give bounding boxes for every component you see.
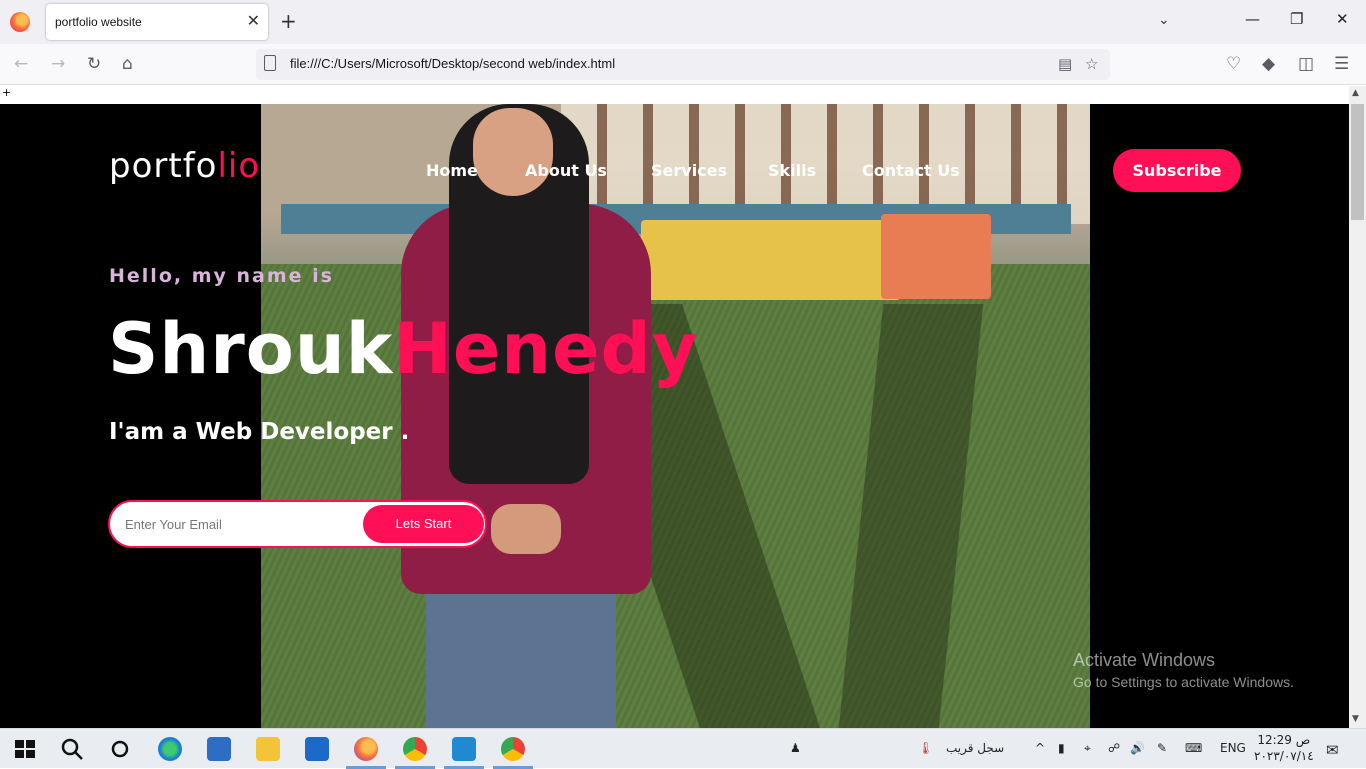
activate-subtitle: Go to Settings to activate Windows. <box>1073 674 1294 690</box>
last-name: Henedy <box>393 308 699 390</box>
browser-tab-bar: portfolio website ✕ + ⌄ — ❐ ✕ <box>0 0 1366 44</box>
windows-taskbar: ♟ 🌡 سجل قريب ^ ▮ ⌖ ☍ 🔊 ✎ ⌨ ENG 12:29 ص ٢… <box>0 728 1366 769</box>
pocket-icon[interactable]: ♡ <box>1226 54 1241 74</box>
new-tab-button[interactable]: + <box>280 9 297 33</box>
volume-icon[interactable]: 🔊 <box>1130 741 1145 755</box>
hero-photo <box>261 104 1090 728</box>
browser-nav-bar: ← → ↻ ⌂ file:///C:/Users/Microsoft/Deskt… <box>0 44 1366 85</box>
reader-view-icon[interactable]: ▤ <box>1058 55 1072 73</box>
activate-title: Activate Windows <box>1073 650 1216 670</box>
clock[interactable]: 12:29 ص ٢٠٢٣/٠٧/١٤ <box>1254 732 1314 764</box>
extension-icon[interactable]: ◆ <box>1262 54 1275 74</box>
weather-text[interactable]: سجل قريب <box>946 741 1004 755</box>
back-arrow-icon[interactable]: ← <box>14 54 28 74</box>
chevron-down-icon[interactable]: ⌄ <box>1158 12 1170 28</box>
stray-text: + <box>2 86 12 99</box>
nav-services[interactable]: Services <box>651 161 727 180</box>
clock-date: ٢٠٢٣/٠٧/١٤ <box>1254 749 1314 763</box>
clock-time: 12:29 ص <box>1257 733 1311 747</box>
lets-start-button[interactable]: Lets Start <box>363 505 484 543</box>
firefox-taskbar-icon[interactable] <box>354 737 378 761</box>
wifi-icon[interactable]: ⌖ <box>1084 741 1091 756</box>
puzzle-icon[interactable]: ◫ <box>1298 54 1314 74</box>
url-text[interactable]: file:///C:/Users/Microsoft/Desktop/secon… <box>290 56 615 71</box>
vertical-scrollbar[interactable]: ▲ ▼ <box>1349 86 1366 728</box>
minimize-button[interactable]: — <box>1245 10 1260 28</box>
forward-arrow-icon[interactable]: → <box>51 54 65 74</box>
firefox-icon[interactable] <box>10 12 30 32</box>
photo-person-legs <box>426 584 616 728</box>
task-view-icon[interactable] <box>108 737 132 761</box>
pen-icon[interactable]: ✎ <box>1157 741 1167 755</box>
windows-start-icon[interactable] <box>13 737 37 761</box>
close-window-button[interactable]: ✕ <box>1336 10 1349 28</box>
close-tab-icon[interactable]: ✕ <box>247 11 260 30</box>
first-name: Shrouk <box>108 308 394 390</box>
browser-tab[interactable]: portfolio website ✕ <box>46 4 268 40</box>
scroll-up-icon[interactable]: ▲ <box>1352 88 1359 98</box>
language-indicator[interactable]: ENG <box>1220 741 1246 755</box>
email-input[interactable] <box>125 514 355 534</box>
nav-about-us[interactable]: About Us <box>525 161 607 180</box>
url-bar[interactable]: file:///C:/Users/Microsoft/Desktop/secon… <box>256 49 1110 80</box>
hello-text: Hello, my name is <box>109 265 334 287</box>
chrome-icon[interactable] <box>501 737 525 761</box>
activate-windows-watermark: Activate Windows Go to Settings to activ… <box>1073 650 1294 690</box>
chrome-icon[interactable] <box>403 737 427 761</box>
hero-name: ShroukHenedy <box>108 308 698 390</box>
logo-accent: lio <box>217 146 261 186</box>
notifications-icon[interactable]: ✉ <box>1326 741 1339 759</box>
edge-icon[interactable] <box>158 737 182 761</box>
network-icon[interactable]: ☍ <box>1108 741 1120 755</box>
tab-title: portfolio website <box>55 15 142 29</box>
home-icon[interactable]: ⌂ <box>122 54 133 74</box>
portfolio-hero: portfolio Home About Us Services Skills … <box>0 104 1349 728</box>
photo-chairs <box>881 214 991 299</box>
bookmark-star-icon[interactable]: ☆ <box>1085 55 1098 73</box>
mail-icon[interactable] <box>305 737 329 761</box>
subscribe-button[interactable]: Subscribe <box>1113 149 1241 192</box>
reload-icon[interactable]: ↻ <box>87 54 101 74</box>
logo-main: portfo <box>109 146 218 186</box>
nav-skills[interactable]: Skills <box>768 161 816 180</box>
file-explorer-icon[interactable] <box>256 737 280 761</box>
photo-barrier <box>641 220 901 300</box>
store-icon[interactable] <box>207 737 231 761</box>
thermometer-icon[interactable]: 🌡 <box>918 741 933 755</box>
menu-icon[interactable]: ☰ <box>1334 54 1349 74</box>
page-top-strip: + <box>0 86 1349 104</box>
people-icon[interactable]: ♟ <box>790 741 801 755</box>
photo-person-hands <box>491 504 561 554</box>
vscode-icon[interactable] <box>452 737 476 761</box>
role-text: I'am a Web Developer . <box>109 419 410 445</box>
keyboard-icon[interactable]: ⌨ <box>1185 741 1202 755</box>
scroll-down-icon[interactable]: ▼ <box>1352 714 1359 724</box>
nav-home[interactable]: Home <box>426 161 478 180</box>
battery-icon[interactable]: ▮ <box>1058 741 1065 755</box>
restore-button[interactable]: ❐ <box>1290 10 1303 28</box>
photo-person-face <box>473 108 553 196</box>
email-form: Lets Start <box>108 500 487 548</box>
site-logo[interactable]: portfolio <box>109 146 260 186</box>
page-icon <box>264 55 276 71</box>
scrollbar-thumb[interactable] <box>1351 104 1364 220</box>
chevron-up-icon[interactable]: ^ <box>1035 741 1045 755</box>
search-icon[interactable] <box>60 737 84 761</box>
nav-contact-us[interactable]: Contact Us <box>862 161 960 180</box>
